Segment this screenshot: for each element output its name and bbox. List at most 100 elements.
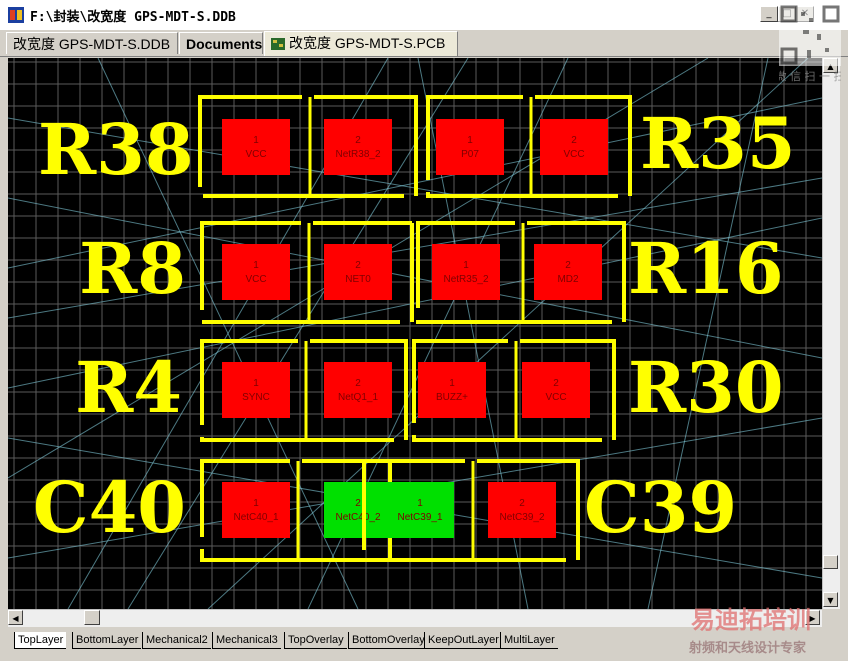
pad-net: VCC bbox=[545, 392, 566, 403]
pad-copper bbox=[522, 362, 590, 418]
pad[interactable]: 1 VCC bbox=[222, 119, 290, 175]
qr-code-watermark: 微 信 扫 一 扫 bbox=[779, 4, 841, 83]
brand-watermark: 易迪拓培训 射频和天线设计专家 bbox=[688, 606, 811, 656]
pad-number: 1 bbox=[467, 135, 473, 146]
pad-net: NetC40_1 bbox=[233, 512, 278, 523]
app-icon bbox=[8, 7, 24, 23]
designator-label: R35 bbox=[640, 102, 796, 185]
pad-copper bbox=[222, 119, 290, 175]
pad[interactable]: 2 NetR38_2 bbox=[324, 119, 392, 175]
designator-label: R30 bbox=[628, 346, 784, 429]
component-r4[interactable]: 1 SYNC 2 NetQ1_1 R4 bbox=[75, 339, 408, 442]
designator-label: C40 bbox=[33, 466, 186, 549]
pad-copper bbox=[324, 244, 392, 300]
document-tabs: 改宽度 GPS-MDT-S.DDB Documents 改宽度 GPS-MDT-… bbox=[0, 30, 848, 57]
scroll-thumb[interactable] bbox=[823, 555, 838, 569]
tab-ddb[interactable]: 改宽度 GPS-MDT-S.DDB bbox=[6, 32, 178, 54]
pad[interactable]: 1 NetC39_1 bbox=[386, 482, 454, 538]
designator-label: C39 bbox=[584, 466, 737, 549]
pad[interactable]: 2 NET0 bbox=[324, 244, 392, 300]
component-r35[interactable]: 1P072VCC R35 bbox=[426, 95, 796, 198]
pad[interactable]: 1 BUZZ+ bbox=[418, 362, 486, 418]
component-r38[interactable]: 1 VCC 2 NetR38_2 R38 bbox=[38, 95, 418, 198]
pad-number: 1 bbox=[253, 135, 259, 146]
qr-caption: 微 信 扫 一 扫 bbox=[779, 69, 841, 83]
pad-net: NetR35_2 bbox=[443, 274, 488, 285]
pad-number: 2 bbox=[519, 498, 525, 509]
component-c39[interactable]: 1 NetC39_1 2 NetC39_2 C39 bbox=[362, 459, 737, 562]
pad-number: 2 bbox=[571, 135, 577, 146]
pad-net: BUZZ+ bbox=[436, 392, 468, 403]
pad-copper bbox=[324, 482, 392, 538]
scroll-left-arrow-icon[interactable]: ◀ bbox=[8, 610, 23, 625]
pad[interactable]: 1 VCC bbox=[222, 244, 290, 300]
pad-copper bbox=[432, 244, 500, 300]
brand-tagline: 射频和天线设计专家 bbox=[688, 640, 807, 656]
pad[interactable]: 2 VCC bbox=[522, 362, 590, 418]
designator-label: R16 bbox=[628, 227, 784, 310]
tab-label: 改宽度 GPS-MDT-S.PCB bbox=[289, 35, 446, 51]
brand-name: 易迪拓培训 bbox=[691, 606, 811, 634]
tab-documents[interactable]: Documents bbox=[179, 32, 263, 54]
layer-tab-topoverlay[interactable]: TopOverlay bbox=[284, 632, 347, 649]
layer-tab-bottomoverlay[interactable]: BottomOverlay bbox=[348, 632, 428, 649]
layer-tab-multilayer[interactable]: MultiLayer bbox=[500, 632, 558, 649]
pad-number: 2 bbox=[553, 378, 559, 389]
pad-number: 1 bbox=[253, 260, 259, 271]
pad-copper bbox=[222, 244, 290, 300]
pad-net: NetC39_1 bbox=[397, 512, 442, 523]
pad[interactable]: 1 NetC40_1 bbox=[222, 482, 290, 538]
pad-copper bbox=[436, 119, 504, 175]
pad-number: 1 bbox=[253, 378, 259, 389]
minimize-button[interactable]: _ bbox=[760, 6, 778, 22]
pad[interactable]: 2MD2 bbox=[534, 244, 602, 300]
tab-pcb[interactable]: 改宽度 GPS-MDT-S.PCB bbox=[264, 31, 458, 56]
pad[interactable]: 2 VCC bbox=[540, 119, 608, 175]
layer-tab-mechanical2[interactable]: Mechanical2 bbox=[142, 632, 211, 649]
vertical-scrollbar[interactable]: ▲ ▼ bbox=[822, 58, 840, 609]
pad-net: NetC40_2 bbox=[335, 512, 380, 523]
pad-net: VCC bbox=[563, 149, 584, 160]
layer-tab-mechanical3[interactable]: Mechanical3 bbox=[212, 632, 281, 649]
designator-label: R4 bbox=[75, 346, 182, 429]
designator-label: R8 bbox=[79, 227, 186, 310]
pad-copper bbox=[540, 119, 608, 175]
pad-number: 1 bbox=[253, 498, 259, 509]
window-title: F:\封装\改宽度 GPS-MDT-S.DDB bbox=[30, 10, 236, 25]
layer-tab-toplayer[interactable]: TopLayer bbox=[14, 632, 67, 649]
layer-tab-bottomlayer[interactable]: BottomLayer bbox=[72, 632, 142, 649]
pad-net: VCC bbox=[245, 149, 266, 160]
pcb-document-icon bbox=[271, 38, 285, 50]
pad-copper bbox=[418, 362, 486, 418]
title-bar: F:\封装\改宽度 GPS-MDT-S.DDB _ □ ✕ bbox=[0, 0, 848, 31]
pad-number: 2 bbox=[355, 498, 361, 509]
pcb-canvas[interactable]: 1 VCC 2 NetR38_2 R38 1 P07 2 VCC R35 1 VCC 2 NET0 R8 1 N… bbox=[8, 58, 822, 609]
pad[interactable]: 1 SYNC bbox=[222, 362, 290, 418]
pad-net: P07 bbox=[461, 149, 479, 160]
pad[interactable]: 1 NetR35_2 bbox=[432, 244, 500, 300]
pad[interactable]: 2 NetC40_2 bbox=[324, 482, 392, 538]
pad-net: NetC39_2 bbox=[499, 512, 544, 523]
pad-number: 1 bbox=[463, 260, 469, 271]
pad-number: 2 bbox=[355, 378, 361, 389]
pad-number: 1 bbox=[449, 378, 455, 389]
pad-copper bbox=[534, 244, 602, 300]
pad-net: MD2 bbox=[557, 274, 579, 285]
pad[interactable]: 2 NetC39_2 bbox=[488, 482, 556, 538]
pad-number: 2 bbox=[355, 135, 361, 146]
pad[interactable]: 1P07 bbox=[436, 119, 504, 175]
pad-number: 1 bbox=[417, 498, 423, 509]
pad-net: SYNC bbox=[242, 392, 270, 403]
pad[interactable]: 2 NetQ1_1 bbox=[324, 362, 392, 418]
pad-copper bbox=[324, 362, 392, 418]
pad-net: NetR38_2 bbox=[335, 149, 380, 160]
layer-tab-keepoutlayer[interactable]: KeepOutLayer bbox=[424, 632, 502, 649]
pad-copper bbox=[386, 482, 454, 538]
pad-net: NET0 bbox=[345, 274, 371, 285]
component-r30[interactable]: 1 BUZZ+ 2 VCC R30 bbox=[412, 339, 784, 442]
pad-copper bbox=[222, 482, 290, 538]
pad-net: VCC bbox=[245, 274, 266, 285]
pad-net: NetQ1_1 bbox=[338, 392, 378, 403]
scroll-thumb[interactable] bbox=[84, 610, 100, 625]
tab-label: Documents bbox=[186, 36, 263, 52]
